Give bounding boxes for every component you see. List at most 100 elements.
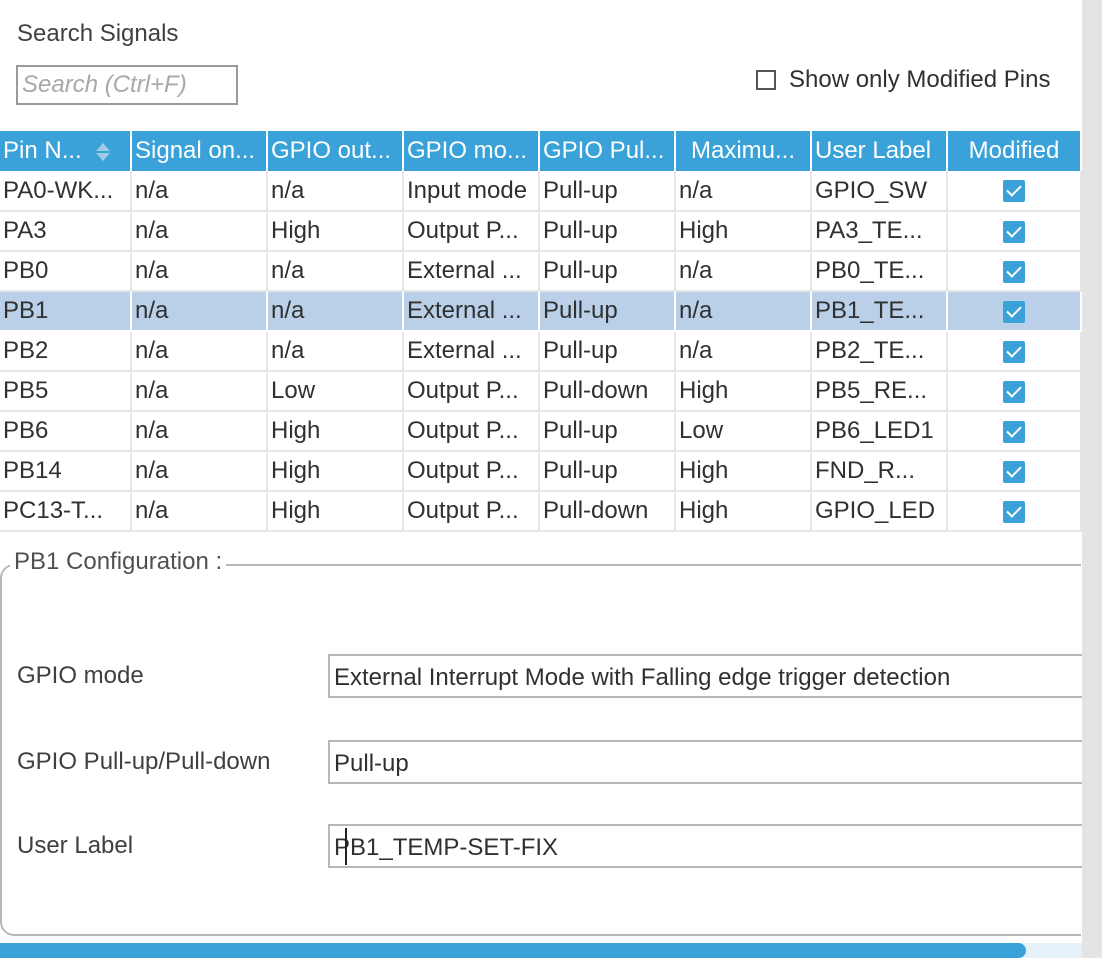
table-cell-output: n/a	[267, 171, 404, 212]
table-cell-label: PB6_LED1	[811, 411, 948, 452]
column-header-max-speed[interactable]: Maximu...	[675, 131, 812, 171]
table-cell-mode: Output P...	[403, 371, 540, 412]
table-cell-pull: Pull-up	[539, 411, 676, 452]
table-cell-modified	[947, 331, 1082, 372]
column-header-modified[interactable]: Modified	[947, 131, 1082, 171]
table-row[interactable]: PB14 n/a High Output P... Pull-up High FND_R..…	[0, 451, 1082, 492]
column-header-gpio-mode[interactable]: GPIO mo...	[403, 131, 540, 171]
table-cell-max: High	[675, 211, 812, 252]
table-cell-max: Low	[675, 411, 812, 452]
table-cell-pull: Pull-up	[539, 211, 676, 252]
table-cell-pin: PB6	[0, 411, 132, 452]
checkbox-checked-icon	[1003, 260, 1025, 283]
table-cell-pin: PB5	[0, 371, 132, 412]
table-cell-pull: Pull-up	[539, 291, 676, 332]
table-cell-modified	[947, 371, 1082, 412]
table-cell-label: PB1_TE...	[811, 291, 948, 332]
table-cell-label: GPIO_LED	[811, 491, 948, 532]
checkbox-checked-icon	[1003, 300, 1025, 323]
table-cell-pin: PB1	[0, 291, 132, 332]
checkbox-checked-icon	[1003, 220, 1025, 243]
table-cell-max: n/a	[675, 251, 812, 292]
table-cell-max: n/a	[675, 291, 812, 332]
table-cell-signal: n/a	[131, 291, 268, 332]
table-cell-signal: n/a	[131, 211, 268, 252]
table-cell-mode: Input mode	[403, 171, 540, 212]
table-row[interactable]: PB2 n/a n/a External ... Pull-up n/a PB2_TE...	[0, 331, 1082, 372]
table-cell-output: n/a	[267, 291, 404, 332]
column-header-pin-name[interactable]: Pin N...	[0, 131, 132, 171]
table-cell-signal: n/a	[131, 451, 268, 492]
table-cell-max: High	[675, 371, 812, 412]
gpio-pull-select[interactable]: Pull-up	[328, 740, 1088, 784]
table-header: Pin N... Signal on... GPIO out... GPIO m…	[0, 131, 1082, 171]
user-label-input[interactable]: PB1_TEMP-SET-FIX	[328, 824, 1088, 868]
table-cell-max: High	[675, 451, 812, 492]
column-header-signal[interactable]: Signal on...	[131, 131, 268, 171]
table-row[interactable]: PB0 n/a n/a External ... Pull-up n/a PB0_TE...	[0, 251, 1082, 292]
table-cell-pin: PC13-T...	[0, 491, 132, 532]
table-cell-signal: n/a	[131, 491, 268, 532]
column-header-user-label[interactable]: User Label	[811, 131, 948, 171]
table-cell-modified	[947, 451, 1082, 492]
table-cell-mode: Output P...	[403, 211, 540, 252]
table-row[interactable]: PB1 n/a n/a External ... Pull-up n/a PB1_TE...	[0, 291, 1082, 332]
checkbox-checked-icon	[1003, 420, 1025, 443]
table-cell-pull: Pull-up	[539, 251, 676, 292]
table-row[interactable]: PA0-WK... n/a n/a Input mode Pull-up n/a GPIO_…	[0, 171, 1082, 212]
user-label-label: User Label	[17, 832, 134, 859]
column-header-gpio-pull[interactable]: GPIO Pul...	[539, 131, 676, 171]
checkbox-checked-icon	[1003, 380, 1025, 403]
table-cell-pull: Pull-down	[539, 371, 676, 412]
show-modified-label: Show only Modified Pins	[789, 66, 1051, 93]
checkbox-checked-icon	[1003, 340, 1025, 363]
gpio-mode-select[interactable]: External Interrupt Mode with Falling edg…	[328, 654, 1088, 698]
column-header-gpio-output[interactable]: GPIO out...	[267, 131, 404, 171]
table-cell-output: High	[267, 411, 404, 452]
table-row[interactable]: PB6 n/a High Output P... Pull-up Low PB6_LED1	[0, 411, 1082, 452]
search-title: Search Signals	[17, 20, 179, 47]
table-cell-signal: n/a	[131, 251, 268, 292]
table-cell-mode: External ...	[403, 291, 540, 332]
table-cell-label: PB2_TE...	[811, 331, 948, 372]
show-modified-filter[interactable]: Show only Modified Pins	[756, 66, 1050, 94]
table-cell-mode: External ...	[403, 251, 540, 292]
table-cell-label: PA3_TE...	[811, 211, 948, 252]
gpio-mode-label: GPIO mode	[17, 662, 144, 689]
show-modified-checkbox[interactable]	[756, 70, 776, 90]
table-cell-max: n/a	[675, 331, 812, 372]
table-row[interactable]: PB5 n/a Low Output P... Pull-down High PB5_RE.…	[0, 371, 1082, 412]
table-cell-mode: Output P...	[403, 411, 540, 452]
checkbox-checked-icon	[1003, 180, 1025, 203]
table-cell-pin: PB0	[0, 251, 132, 292]
table-row[interactable]: PA3 n/a High Output P... Pull-up High PA3_TE..…	[0, 211, 1082, 252]
sort-arrows-icon[interactable]	[95, 141, 110, 163]
configuration-legend: PB1 Configuration :	[10, 548, 227, 576]
table-cell-modified	[947, 291, 1082, 332]
horizontal-scrollbar-thumb[interactable]	[0, 943, 1026, 958]
table-cell-mode: External ...	[403, 331, 540, 372]
table-cell-modified	[947, 491, 1082, 532]
table-cell-output: High	[267, 451, 404, 492]
table-cell-label: PB0_TE...	[811, 251, 948, 292]
table-cell-modified	[947, 411, 1082, 452]
table-cell-signal: n/a	[131, 171, 268, 212]
table-cell-pull: Pull-up	[539, 171, 676, 212]
table-cell-mode: Output P...	[403, 451, 540, 492]
table-row[interactable]: PC13-T... n/a High Output P... Pull-down High…	[0, 491, 1082, 532]
table-cell-signal: n/a	[131, 331, 268, 372]
table-cell-signal: n/a	[131, 371, 268, 412]
text-cursor	[345, 828, 347, 865]
table-cell-pull: Pull-up	[539, 331, 676, 372]
table-cell-output: Low	[267, 371, 404, 412]
table-cell-pin: PB14	[0, 451, 132, 492]
vertical-scrollbar[interactable]	[1082, 0, 1102, 958]
search-input[interactable]	[16, 65, 238, 105]
table-cell-output: High	[267, 491, 404, 532]
table-cell-output: High	[267, 211, 404, 252]
table-cell-signal: n/a	[131, 411, 268, 452]
table-cell-pin: PB2	[0, 331, 132, 372]
table-cell-max: n/a	[675, 171, 812, 212]
table-cell-output: n/a	[267, 251, 404, 292]
table-cell-mode: Output P...	[403, 491, 540, 532]
